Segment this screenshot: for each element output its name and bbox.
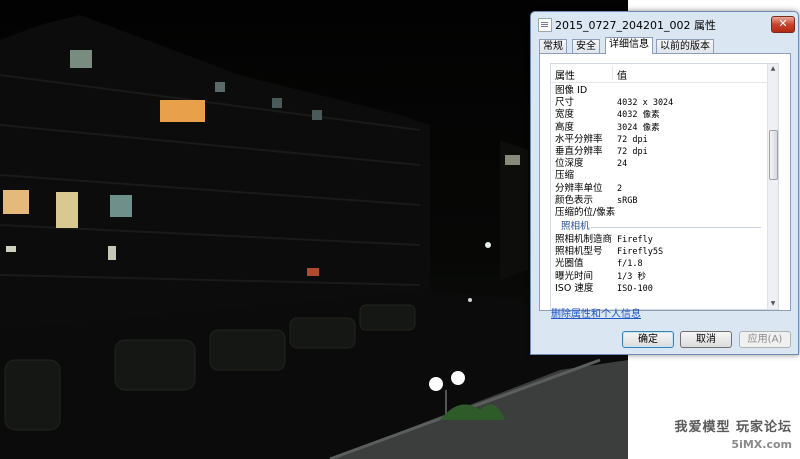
property-value: 72 dpi	[617, 134, 648, 145]
property-value: ISO-100	[617, 283, 653, 294]
property-value: 2	[617, 183, 623, 194]
property-name: 宽度	[555, 109, 575, 121]
list-item[interactable]: 压缩	[551, 170, 767, 182]
scrollbar-thumb[interactable]	[769, 130, 778, 180]
property-name: 曝光时间	[555, 270, 594, 282]
property-name: 光圈值	[555, 258, 584, 270]
section-divider	[591, 227, 761, 229]
close-button[interactable]: ✕	[771, 16, 795, 33]
list-item[interactable]: 颜色表示 sRGB	[551, 195, 767, 207]
property-name: 压缩的位/像素	[555, 206, 616, 218]
tab-details[interactable]: 详细信息	[605, 37, 653, 54]
list-item[interactable]: 宽度 4032 像素	[551, 109, 767, 121]
cancel-button[interactable]: 取消	[680, 331, 732, 348]
column-header-value[interactable]: 值	[617, 67, 627, 82]
property-value: f/1.8	[617, 259, 643, 270]
column-divider[interactable]	[612, 66, 613, 80]
tab-security[interactable]: 安全	[572, 39, 600, 53]
watermark-line2: 5iMX.com	[731, 438, 792, 451]
property-value: 3024 像素	[617, 122, 660, 133]
list-item[interactable]: 照相机制造商 Firefly	[551, 234, 767, 246]
property-value: 4032 像素	[617, 110, 660, 121]
property-value: 24	[617, 159, 628, 170]
list-item[interactable]: ISO 速度 ISO-100	[551, 283, 767, 295]
list-item[interactable]: 高度 3024 像素	[551, 122, 767, 134]
section-header[interactable]: 照相机	[551, 219, 767, 234]
list-item[interactable]: 垂直分辨率 72 dpi	[551, 146, 767, 158]
property-name: ISO 速度	[555, 282, 594, 294]
details-list[interactable]: 属性 值 图像 ID 尺寸 4032 x 3024 宽度 4032 像素高度 3024 像…	[550, 63, 779, 310]
list-header: 属性 值	[551, 64, 767, 83]
list-item[interactable]: 曝光时间 1/3 秒	[551, 271, 767, 283]
title-bar[interactable]: 2015_0727_204201_002 属性 ✕	[531, 12, 798, 36]
property-value: Firefly5S	[617, 247, 664, 258]
list-item[interactable]: 压缩的位/像素	[551, 207, 767, 219]
scroll-up-arrow-icon[interactable]: ▲	[768, 64, 778, 74]
property-name: 图像 ID	[555, 85, 588, 96]
list-item[interactable]: 水平分辨率 72 dpi	[551, 134, 767, 146]
list-item[interactable]: 分辨率单位 2	[551, 183, 767, 195]
vertical-scrollbar[interactable]: ▲ ▼	[767, 64, 778, 309]
property-name: 照相机型号	[555, 246, 603, 258]
watermark-line1: 我爱模型 玩家论坛	[674, 420, 792, 435]
property-name: 水平分辨率	[555, 133, 603, 145]
property-name: 位深度	[555, 158, 584, 170]
details-rows: 图像 ID 尺寸 4032 x 3024 宽度 4032 像素 高度 3024 像素 水平分辨…	[551, 85, 767, 295]
properties-dialog: 2015_0727_204201_002 属性 ✕ 常规 安全 详细信息 以前的…	[530, 11, 799, 355]
property-name: 高度	[555, 121, 575, 133]
details-panel: 属性 值 图像 ID 尺寸 4032 x 3024 宽度 4032 像素高度 3024 像…	[539, 53, 791, 311]
property-value: 4032 x 3024	[617, 98, 674, 109]
property-name: 照相机	[561, 221, 590, 233]
property-name: 照相机制造商	[555, 234, 613, 246]
file-icon	[538, 18, 552, 32]
column-header-property[interactable]: 属性	[555, 67, 575, 82]
list-item[interactable]: 光圈值 f/1.8	[551, 258, 767, 270]
property-value: sRGB	[617, 195, 638, 206]
watermark: 我爱模型 玩家论坛 5iMX.com	[674, 419, 792, 453]
property-name: 尺寸	[555, 97, 575, 109]
property-value: 72 dpi	[617, 146, 648, 157]
property-name: 垂直分辨率	[555, 145, 603, 157]
apply-button[interactable]: 应用(A)	[739, 331, 791, 348]
tab-general[interactable]: 常规	[539, 39, 567, 53]
list-item[interactable]: 位深度 24	[551, 158, 767, 170]
ok-button[interactable]: 确定	[622, 331, 674, 348]
list-item[interactable]: 图像 ID	[551, 85, 767, 97]
scroll-down-arrow-icon[interactable]: ▼	[768, 299, 778, 309]
window-title: 2015_0727_204201_002 属性	[555, 19, 716, 32]
property-name: 分辨率单位	[555, 182, 603, 194]
list-item[interactable]: 尺寸 4032 x 3024	[551, 97, 767, 109]
property-name: 压缩	[555, 170, 575, 182]
property-value: 1/3 秒	[617, 271, 646, 282]
remove-properties-link[interactable]: 删除属性和个人信息	[551, 305, 641, 320]
list-item[interactable]: 照相机型号 Firefly5S	[551, 246, 767, 258]
tab-previous-versions[interactable]: 以前的版本	[656, 39, 714, 53]
property-value: Firefly	[617, 235, 653, 246]
property-name: 颜色表示	[555, 194, 594, 206]
